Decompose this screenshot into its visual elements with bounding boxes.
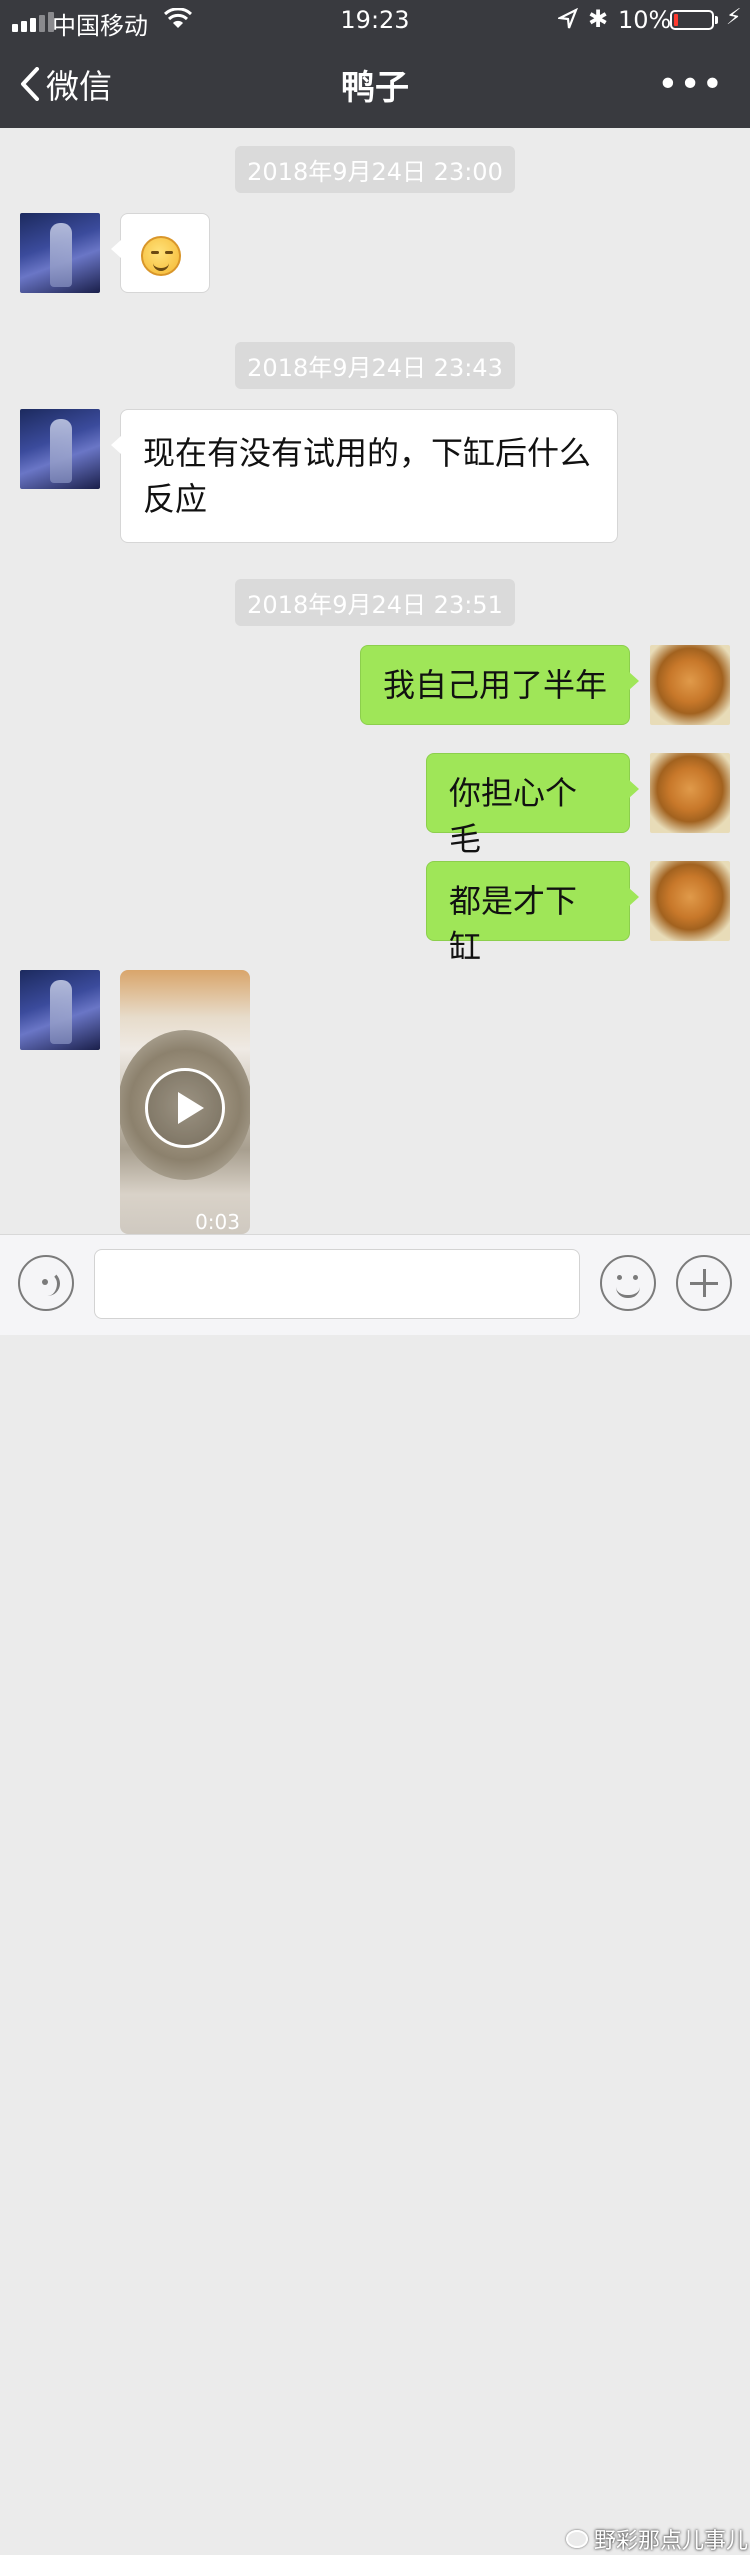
text-message[interactable]: 都是才下缸: [426, 861, 639, 966]
contact-avatar[interactable]: [20, 213, 100, 293]
message-input[interactable]: [94, 1249, 580, 1319]
voice-icon[interactable]: [18, 1255, 74, 1311]
timestamp: 2018年9月24日 23:51: [0, 579, 750, 626]
play-icon[interactable]: [145, 1068, 225, 1148]
battery-icon: [670, 10, 718, 30]
status-bar: 中国移动 19:23 ✱ 10% ⚡: [0, 0, 750, 40]
top-bar: 中国移动 19:23 ✱ 10% ⚡ 微信 鸭子 •••: [0, 0, 750, 128]
watermark: 野彩那点儿事儿: [566, 2523, 748, 2555]
nav-bar: 微信 鸭子 •••: [0, 40, 750, 128]
location-arrow-icon: [556, 7, 579, 36]
smirk-emoji-icon: [141, 236, 181, 276]
chat-area[interactable]: 2018年9月24日 23:00 2018年9月24日 23:43 现在有没有试…: [0, 128, 750, 1234]
battery-percent: 10%: [618, 6, 672, 34]
plus-icon[interactable]: [676, 1255, 732, 1311]
wechat-logo-icon: [566, 2530, 588, 2548]
charging-icon: ⚡: [726, 5, 742, 30]
video-message[interactable]: 0:03: [120, 970, 250, 1234]
emoji-message[interactable]: [111, 213, 210, 293]
watermark-text: 野彩那点儿事儿: [594, 2529, 749, 2554]
more-options-button[interactable]: •••: [657, 64, 724, 105]
my-avatar[interactable]: [650, 861, 730, 941]
text-message[interactable]: 我自己用了半年: [360, 645, 639, 725]
timestamp: 2018年9月24日 23:00: [0, 146, 750, 193]
video-duration: 0:03: [195, 1210, 240, 1234]
contact-avatar[interactable]: [20, 409, 100, 489]
bluetooth-icon: ✱: [588, 5, 609, 33]
timestamp: 2018年9月24日 23:43: [0, 342, 750, 389]
chat-title: 鸭子: [341, 68, 409, 108]
contact-avatar[interactable]: [20, 970, 100, 1050]
emoji-icon[interactable]: [600, 1255, 656, 1311]
text-message[interactable]: 现在有没有试用的，下缸后什么反应: [111, 409, 618, 543]
my-avatar[interactable]: [650, 645, 730, 725]
text-message[interactable]: 你担心个毛: [426, 753, 639, 858]
input-bar: 野彩那点儿事儿: [0, 1234, 750, 2554]
my-avatar[interactable]: [650, 753, 730, 833]
